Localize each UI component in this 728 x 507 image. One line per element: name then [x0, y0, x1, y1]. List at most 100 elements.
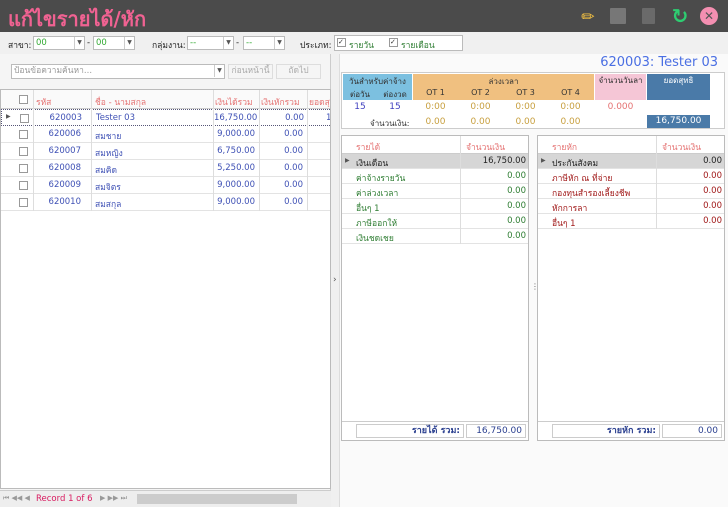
- employee-grid: รหัส ชื่อ - นามสกุล เงินได้รวม เงินหักรว…: [0, 89, 331, 489]
- table-row[interactable]: 620006 สมชาย 9,000.00 0.00: [1, 126, 330, 143]
- total-value: 0.00: [662, 424, 722, 438]
- col-deduct[interactable]: เงินหักรวม: [261, 95, 300, 109]
- row-indicator-icon: ▶: [345, 157, 350, 164]
- cell-deduct: 0.00: [284, 197, 303, 207]
- nav-first-icons[interactable]: ⏮ ◀◀ ◀: [3, 494, 30, 503]
- col-net[interactable]: ยอดสุ: [309, 95, 330, 109]
- ot-col-header: OT 1: [426, 88, 445, 97]
- row-checkbox[interactable]: [19, 130, 28, 139]
- list-item[interactable]: ภาษีออกให้ 0.00: [342, 214, 528, 229]
- delete-doc-icon[interactable]: [638, 6, 658, 26]
- refresh-icon[interactable]: ↻: [670, 4, 690, 28]
- col-divider: [259, 90, 260, 211]
- row-checkbox[interactable]: [19, 181, 28, 190]
- save-icon[interactable]: [608, 6, 628, 26]
- list-item[interactable]: ค่าล่วงเวลา 0.00: [342, 184, 528, 199]
- table-row[interactable]: 620010 สมสกุล 9,000.00 0.00: [1, 194, 330, 211]
- chevron-down-icon: ▼: [274, 37, 284, 49]
- col-amount[interactable]: จำนวนเงิน: [466, 140, 505, 154]
- ot-amount: 0.00: [425, 117, 446, 127]
- cell-code: 620007: [48, 146, 81, 156]
- row-checkbox[interactable]: [19, 164, 28, 173]
- row-checkbox[interactable]: [20, 114, 29, 123]
- col-divider: [656, 136, 657, 229]
- table-row[interactable]: 620007 สมหญิง 6,750.00 0.00: [1, 143, 330, 160]
- group-to-select[interactable]: -- ▼: [243, 36, 285, 50]
- row-checkbox[interactable]: [19, 198, 28, 207]
- col-code[interactable]: รหัส: [36, 95, 51, 109]
- cell-deduct: 0.00: [285, 113, 304, 123]
- total-value: 16,750.00: [466, 424, 526, 438]
- list-item[interactable]: อื่นๆ 1 0.00: [342, 199, 528, 214]
- ot-col-header: OT 3: [516, 88, 535, 97]
- chevron-down-icon: ▼: [214, 65, 224, 77]
- net-header: ยอดสุทธิ: [647, 74, 710, 100]
- item-name: เงินเดือน: [356, 159, 389, 169]
- cell-code: 620006: [48, 129, 81, 139]
- col-item[interactable]: รายหัก: [552, 140, 577, 154]
- search-placeholder: ป้อนข้อความค้นหา...: [14, 66, 93, 76]
- deduct-grid: รายหัก จำนวนเงิน ▶ ประกันสังคม 0.00 ภาษี…: [537, 135, 725, 441]
- close-icon[interactable]: ✕: [700, 7, 718, 25]
- type-label: ประเภท:: [300, 41, 332, 51]
- list-item[interactable]: ค่าจ้างรายวัน 0.00: [342, 169, 528, 184]
- list-item[interactable]: ▶ ประกันสังคม 0.00: [538, 154, 724, 169]
- item-amount: 0.00: [507, 216, 526, 226]
- cell-income: 16,750.00: [214, 113, 258, 123]
- daily-checkbox[interactable]: ✓: [337, 38, 346, 47]
- col-divider: [307, 90, 308, 211]
- pager: ⏮ ◀◀ ◀ Record 1 of 6 ▶ ▶▶ ⏭: [0, 490, 331, 507]
- table-row[interactable]: 620009 สมจิตร 9,000.00 0.00: [1, 177, 330, 194]
- h-scrollbar[interactable]: [137, 494, 297, 504]
- col-name[interactable]: ชื่อ - นามสกุล: [95, 95, 146, 109]
- list-item[interactable]: ▶ เงินเดือน 16,750.00: [342, 154, 528, 169]
- item-name: เงินชดเชย: [356, 234, 394, 244]
- item-name: หักการลา: [552, 204, 588, 214]
- row-indicator-icon: ▶: [6, 113, 11, 120]
- item-name: ค่าล่วงเวลา: [356, 189, 399, 199]
- record-label: Record 1 of 6: [36, 494, 93, 504]
- table-row[interactable]: 620008 สมคิด 5,250.00 0.00: [1, 160, 330, 177]
- cell-code: 620008: [48, 163, 81, 173]
- col-amount[interactable]: จำนวนเงิน: [662, 140, 701, 154]
- branch-from-select[interactable]: 00 ▼: [33, 36, 85, 50]
- monthly-label: รายเดือน: [401, 41, 435, 51]
- pencil-icon[interactable]: ✏: [578, 6, 598, 26]
- table-row[interactable]: ▶ 620003 Tester 03 16,750.00 0.00 1: [1, 109, 330, 126]
- expand-arrow-icon[interactable]: ›: [333, 275, 337, 285]
- income-grid: รายได้ จำนวนเงิน ▶ เงินเดือน 16,750.00 ค…: [341, 135, 529, 441]
- ot-hours: 0:00: [560, 102, 581, 112]
- grid-header: รายหัก จำนวนเงิน: [538, 136, 724, 154]
- period-value: 15: [389, 102, 401, 112]
- item-amount: 0.00: [507, 171, 526, 181]
- next-button[interactable]: ถัดไป: [276, 64, 321, 79]
- nav-last-icons[interactable]: ▶ ▶▶ ⏭: [100, 494, 127, 503]
- list-item[interactable]: อื่นๆ 1 0.00: [538, 214, 724, 229]
- row-checkbox[interactable]: [19, 147, 28, 156]
- list-item[interactable]: เงินชดเชย 0.00: [342, 229, 528, 244]
- cell-code: 620003: [49, 113, 82, 123]
- cell-income: 9,000.00: [217, 197, 255, 207]
- item-amount: 0.00: [703, 201, 722, 211]
- list-item[interactable]: หักการลา 0.00: [538, 199, 724, 214]
- prev-button[interactable]: ก่อนหน้านี้: [228, 64, 273, 79]
- col-item[interactable]: รายได้: [356, 140, 380, 154]
- monthly-checkbox[interactable]: ✓: [389, 38, 398, 47]
- search-input[interactable]: ป้อนข้อความค้นหา... ▼: [11, 64, 225, 79]
- col-income[interactable]: เงินได้รวม: [215, 95, 253, 109]
- branch-to-select[interactable]: 00 ▼: [93, 36, 135, 50]
- total-row: รายหัก รวม: 0.00: [538, 421, 724, 440]
- group-from-value: --: [190, 38, 197, 48]
- cell-name: สมสกุล: [95, 200, 122, 210]
- list-item[interactable]: ภาษีหัก ณ ที่จ่าย 0.00: [538, 169, 724, 184]
- cell-code: 620009: [48, 180, 81, 190]
- total-label: รายได้ รวม:: [356, 424, 464, 438]
- cell-income: 9,000.00: [217, 129, 255, 139]
- ot-amount: 0.00: [560, 117, 581, 127]
- list-item[interactable]: กองทุนสำรองเลี้ยงชีพ 0.00: [538, 184, 724, 199]
- select-all-checkbox[interactable]: [19, 95, 28, 104]
- branch-to-value: 00: [96, 38, 107, 48]
- group-from-select[interactable]: -- ▼: [187, 36, 234, 50]
- col-divider: [91, 90, 92, 211]
- col-divider: [213, 90, 214, 211]
